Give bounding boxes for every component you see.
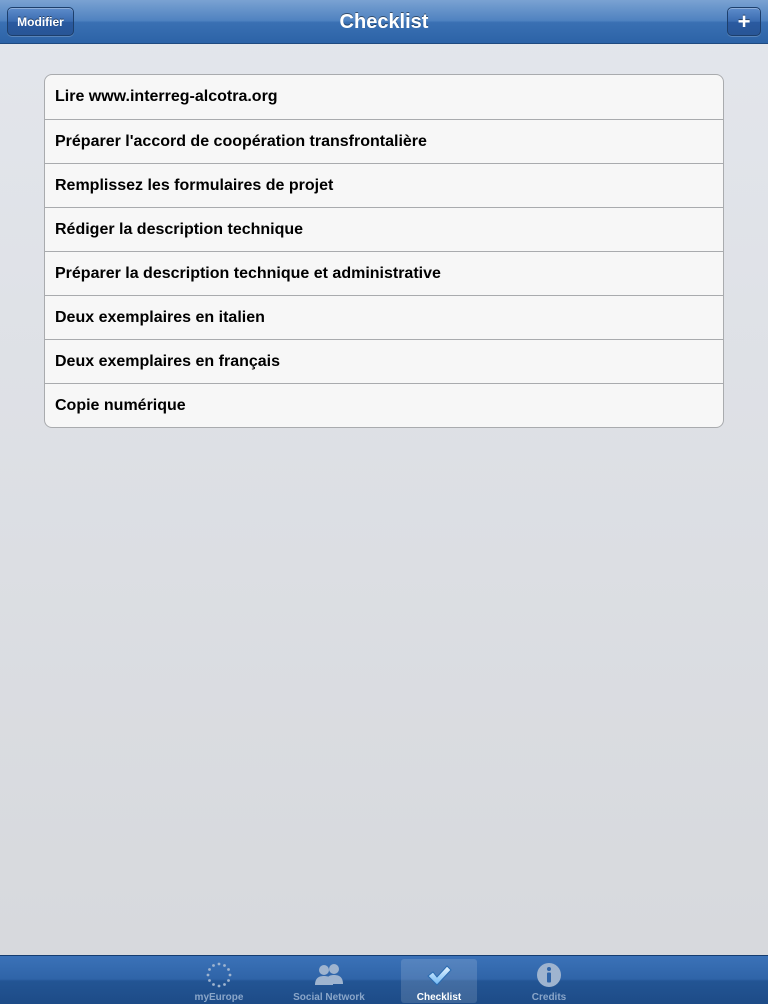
checklist-item-label: Préparer l'accord de coopération transfr… (55, 132, 427, 150)
checklist-row[interactable]: Deux exemplaires en français (45, 339, 723, 383)
checklist-row[interactable]: Préparer la description technique et adm… (45, 251, 723, 295)
checklist-item-label: Deux exemplaires en italien (55, 308, 265, 326)
checklist-item-label: Rédiger la description technique (55, 220, 304, 238)
tab-label: Checklist (416, 992, 462, 1003)
eu-stars-icon (204, 960, 234, 990)
tab-label: myEurope (194, 992, 244, 1003)
checklist-row[interactable]: Préparer l'accord de coopération transfr… (45, 119, 723, 163)
checklist-item-label: Copie numérique (55, 396, 186, 414)
info-icon (534, 960, 564, 990)
checklist-item-label: Préparer la description technique et adm… (55, 264, 441, 282)
checkmark-icon (424, 960, 454, 990)
tab-label: Social Network (293, 992, 365, 1003)
tab-checklist[interactable]: Checklist (401, 959, 477, 1003)
people-icon (314, 960, 344, 990)
tab-myeurope[interactable]: myEurope (181, 959, 257, 1003)
navigation-bar: Checklist Modifier + (0, 0, 768, 44)
checklist-item-label: Remplissez les formulaires de projet (55, 176, 334, 194)
add-button[interactable]: + (727, 7, 761, 36)
modifier-button[interactable]: Modifier (7, 7, 74, 36)
checklist-row[interactable]: Copie numérique (45, 383, 723, 427)
checklist-item-label: Lire www.interreg-alcotra.org (55, 88, 278, 105)
tab-credits[interactable]: Credits (511, 959, 587, 1003)
tab-label: Credits (531, 992, 567, 1003)
checklist-row[interactable]: Remplissez les formulaires de projet (45, 163, 723, 207)
checklist-row[interactable]: Rédiger la description technique (45, 207, 723, 251)
checklist-table: Lire www.interreg-alcotra.org Préparer l… (44, 74, 724, 428)
checklist-row[interactable]: Deux exemplaires en italien (45, 295, 723, 339)
checklist-item-label: Deux exemplaires en français (55, 352, 281, 370)
tab-bar: myEurope Social Network Checklist Credit… (0, 955, 768, 1004)
page-title: Checklist (339, 11, 429, 33)
tab-social-network[interactable]: Social Network (291, 959, 367, 1003)
plus-icon: + (737, 8, 751, 34)
checklist-row[interactable]: Lire www.interreg-alcotra.org (45, 75, 723, 119)
